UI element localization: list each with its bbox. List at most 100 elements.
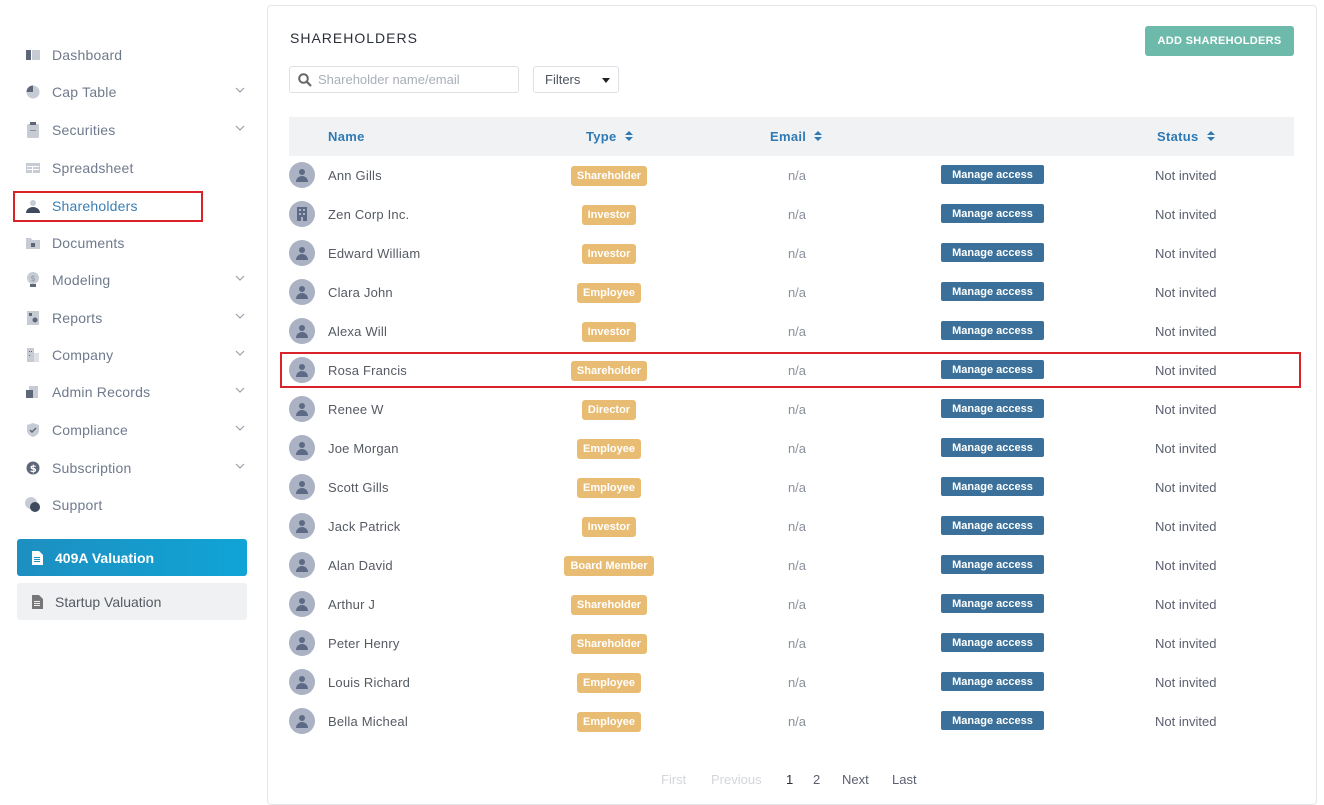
type-cell: Shareholder bbox=[529, 361, 689, 381]
manage-access-button[interactable]: Manage access bbox=[941, 477, 1044, 496]
manage-access-button[interactable]: Manage access bbox=[941, 438, 1044, 457]
column-status-label: Status bbox=[1157, 129, 1199, 144]
column-header-email[interactable]: Email bbox=[770, 129, 823, 144]
type-badge: Investor bbox=[581, 205, 637, 225]
shield-check-icon bbox=[25, 422, 41, 438]
type-cell: Director bbox=[529, 400, 689, 420]
table-row[interactable]: Scott Gills Employee n/a Manage access Not i… bbox=[289, 468, 1294, 507]
table-row[interactable]: Rosa Francis Shareholder n/a Manage access N… bbox=[289, 351, 1294, 390]
table-icon bbox=[25, 160, 41, 176]
status-cell: Not invited bbox=[1155, 246, 1217, 261]
table-row[interactable]: Alexa Will Investor n/a Manage access Not in… bbox=[289, 312, 1294, 351]
table-row[interactable]: Arthur J Shareholder n/a Manage access Not i… bbox=[289, 585, 1294, 624]
sidebar-item-support[interactable]: Support bbox=[17, 490, 249, 520]
table-row[interactable]: Zen Corp Inc. Investor n/a Manage access Not… bbox=[289, 195, 1294, 234]
avatar-icon bbox=[289, 708, 315, 734]
sidebar-item-company[interactable]: Company bbox=[17, 340, 249, 370]
sidebar-item-label: Cap Table bbox=[52, 84, 117, 100]
chevron-down-icon[interactable] bbox=[235, 123, 247, 135]
type-badge: Board Member bbox=[564, 556, 654, 576]
chevron-down-icon[interactable] bbox=[235, 385, 247, 397]
pagination-last[interactable]: Last bbox=[892, 772, 917, 787]
chevron-down-icon[interactable] bbox=[235, 423, 247, 435]
status-cell: Not invited bbox=[1155, 714, 1217, 729]
company-avatar-icon bbox=[289, 201, 315, 227]
sidebar-item-admin-records[interactable]: Admin Records bbox=[17, 377, 249, 407]
filters-dropdown[interactable]: Filters bbox=[533, 66, 619, 93]
manage-access-button[interactable]: Manage access bbox=[941, 672, 1044, 691]
folder-lock-icon bbox=[25, 235, 41, 251]
column-header-status[interactable]: Status bbox=[1157, 129, 1215, 144]
column-name-label: Name bbox=[328, 129, 365, 144]
column-header-name[interactable]: Name bbox=[328, 129, 365, 144]
pagination-next[interactable]: Next bbox=[842, 772, 869, 787]
manage-access-button[interactable]: Manage access bbox=[941, 165, 1044, 184]
type-cell: Board Member bbox=[529, 556, 689, 576]
status-cell: Not invited bbox=[1155, 597, 1217, 612]
avatar-icon bbox=[289, 240, 315, 266]
table-row[interactable]: Ann Gills Shareholder n/a Manage access Not … bbox=[289, 156, 1294, 195]
manage-access-button[interactable]: Manage access bbox=[941, 204, 1044, 223]
avatar-icon bbox=[289, 357, 315, 383]
type-cell: Employee bbox=[529, 478, 689, 498]
table-row[interactable]: Peter Henry Shareholder n/a Manage access No… bbox=[289, 624, 1294, 663]
type-cell: Shareholder bbox=[529, 634, 689, 654]
sort-icon bbox=[1206, 131, 1215, 142]
table-row[interactable]: Bella Micheal Employee n/a Manage access Not… bbox=[289, 702, 1294, 741]
manage-access-button[interactable]: Manage access bbox=[941, 633, 1044, 652]
409a-valuation-button[interactable]: 409A Valuation bbox=[17, 539, 247, 576]
add-shareholders-button[interactable]: ADD SHAREHOLDERS bbox=[1145, 26, 1294, 56]
manage-access-button[interactable]: Manage access bbox=[941, 321, 1044, 340]
sidebar-item-securities[interactable]: Securities bbox=[17, 115, 249, 145]
pagination-page-1[interactable]: 1 bbox=[786, 772, 793, 787]
table-row[interactable]: Clara John Employee n/a Manage access Not in… bbox=[289, 273, 1294, 312]
search-box[interactable] bbox=[289, 66, 519, 93]
status-cell: Not invited bbox=[1155, 207, 1217, 222]
document-icon bbox=[31, 550, 43, 565]
sidebar-item-spreadsheet[interactable]: Spreadsheet bbox=[17, 153, 249, 183]
chevron-down-icon[interactable] bbox=[235, 461, 247, 473]
column-header-type[interactable]: Type bbox=[586, 129, 633, 144]
chevron-down-icon[interactable] bbox=[235, 311, 247, 323]
table-row[interactable]: Joe Morgan Employee n/a Manage access Not in… bbox=[289, 429, 1294, 468]
table-row[interactable]: Alan David Board Member n/a Manage access No… bbox=[289, 546, 1294, 585]
building-icon bbox=[25, 347, 41, 363]
startup-valuation-button[interactable]: Startup Valuation bbox=[17, 583, 247, 620]
type-cell: Shareholder bbox=[529, 595, 689, 615]
manage-access-button[interactable]: Manage access bbox=[941, 282, 1044, 301]
shareholder-name: Louis Richard bbox=[328, 675, 411, 690]
avatar-icon bbox=[289, 162, 315, 188]
email-cell: n/a bbox=[787, 597, 807, 612]
status-cell: Not invited bbox=[1155, 324, 1217, 339]
sidebar-item-subscription[interactable]: $ Subscription bbox=[17, 453, 249, 483]
sidebar-item-label: Reports bbox=[52, 310, 103, 326]
sidebar-item-cap-table[interactable]: Cap Table bbox=[17, 77, 249, 107]
manage-access-button[interactable]: Manage access bbox=[941, 711, 1044, 730]
table-row[interactable]: Louis Richard Employee n/a Manage access Not… bbox=[289, 663, 1294, 702]
admin-records-icon bbox=[25, 384, 41, 400]
type-badge: Employee bbox=[577, 283, 641, 303]
manage-access-button[interactable]: Manage access bbox=[941, 516, 1044, 535]
manage-access-button[interactable]: Manage access bbox=[941, 555, 1044, 574]
sidebar-item-label: Subscription bbox=[52, 460, 132, 476]
table-row[interactable]: Renee W Director n/a Manage access Not invit… bbox=[289, 390, 1294, 429]
sidebar-item-dashboard[interactable]: Dashboard bbox=[17, 40, 249, 70]
chevron-down-icon[interactable] bbox=[235, 273, 247, 285]
sidebar-item-label: Admin Records bbox=[52, 384, 151, 400]
status-cell: Not invited bbox=[1155, 285, 1217, 300]
sidebar-item-modeling[interactable]: $ Modeling bbox=[17, 265, 249, 295]
manage-access-button[interactable]: Manage access bbox=[941, 399, 1044, 418]
sidebar-item-documents[interactable]: Documents bbox=[17, 228, 249, 258]
sidebar-item-compliance[interactable]: Compliance bbox=[17, 415, 249, 445]
search-input[interactable] bbox=[318, 72, 508, 87]
manage-access-button[interactable]: Manage access bbox=[941, 594, 1044, 613]
table-row[interactable]: Edward William Investor n/a Manage access No… bbox=[289, 234, 1294, 273]
table-row[interactable]: Jack Patrick Investor n/a Manage access Not … bbox=[289, 507, 1294, 546]
pagination-page-2[interactable]: 2 bbox=[813, 772, 820, 787]
chevron-down-icon[interactable] bbox=[235, 85, 247, 97]
chevron-down-icon[interactable] bbox=[235, 348, 247, 360]
manage-access-button[interactable]: Manage access bbox=[941, 360, 1044, 379]
manage-access-button[interactable]: Manage access bbox=[941, 243, 1044, 262]
sidebar-item-reports[interactable]: Reports bbox=[17, 303, 249, 333]
filters-label: Filters bbox=[545, 72, 581, 87]
